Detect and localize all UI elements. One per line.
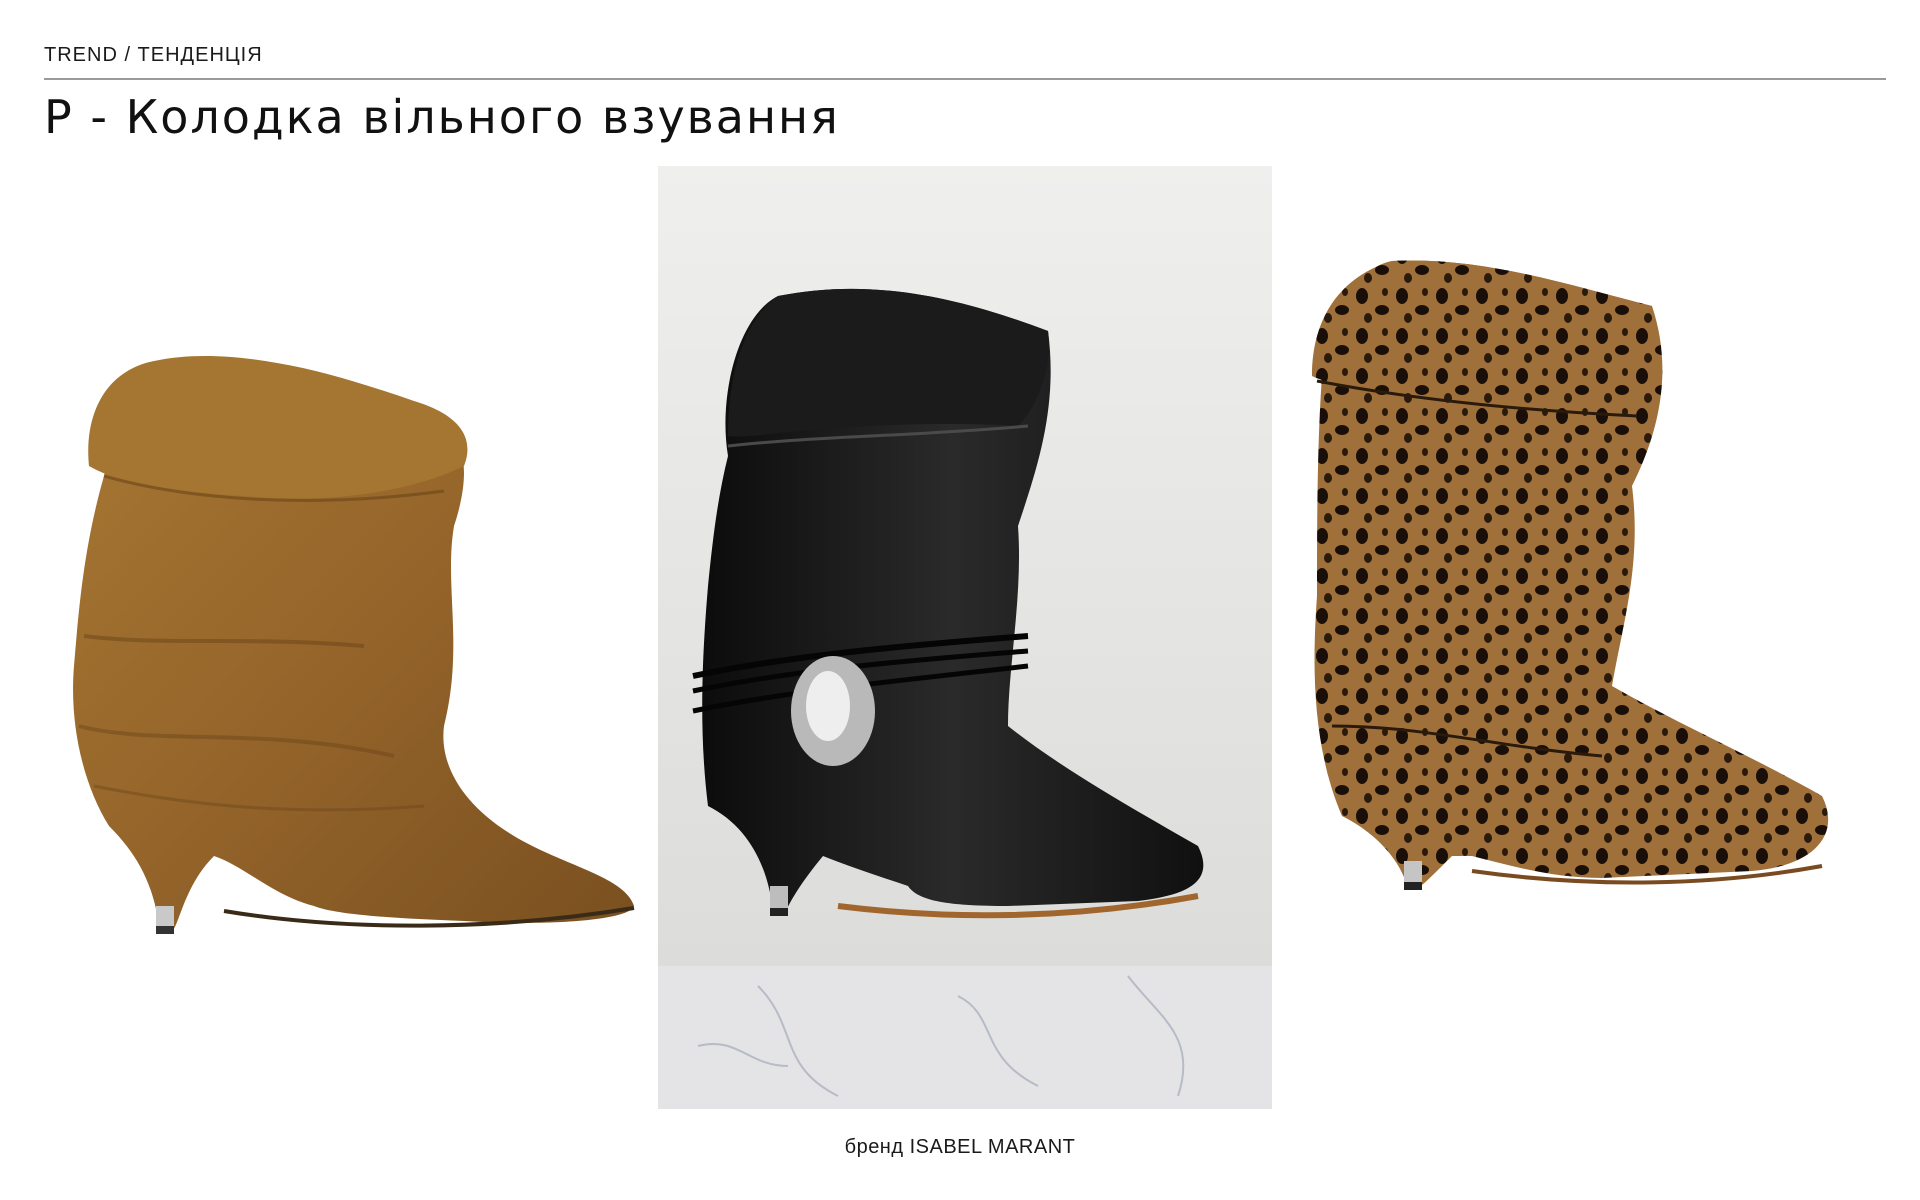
brand-caption: бренд ISABEL MARANT: [844, 1136, 1076, 1158]
page-title: P - Колодка вільного взування: [44, 90, 840, 144]
header-divider: [44, 78, 1886, 80]
black-leather-boot-image: [658, 166, 1272, 1109]
breadcrumb: TREND / ТЕНДЕНЦІЯ: [44, 44, 263, 66]
suede-boot-image: [44, 166, 658, 1109]
leopard-boot-image: [1272, 166, 1886, 1109]
